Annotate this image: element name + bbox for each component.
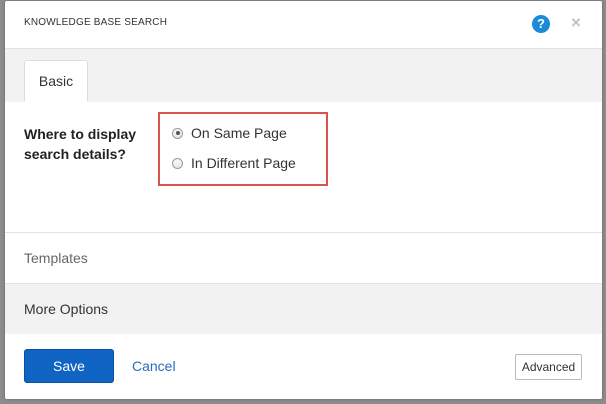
cancel-link[interactable]: Cancel	[132, 358, 176, 374]
display-location-radio-group: On Same Page In Different Page	[158, 112, 328, 186]
close-icon[interactable]: ×	[569, 13, 583, 33]
radio-button-checked[interactable]	[172, 127, 183, 139]
basic-tab-content: Where to display search details? On Same…	[5, 102, 602, 232]
tab-basic[interactable]: Basic	[24, 60, 88, 102]
templates-section-label: Templates	[24, 250, 88, 266]
radio-label-same-page: On Same Page	[191, 125, 287, 141]
knowledge-base-search-dialog: KNOWLEDGE BASE SEARCH ? × Basic Where to…	[5, 1, 602, 399]
more-options-section-header[interactable]: More Options	[5, 283, 602, 335]
tab-bar: Basic	[5, 48, 602, 103]
radio-button-unchecked[interactable]	[172, 157, 183, 169]
dialog-footer: Save Cancel Advanced	[5, 334, 602, 399]
display-location-label: Where to display search details?	[24, 126, 137, 162]
save-button[interactable]: Save	[24, 349, 114, 383]
more-options-section-label: More Options	[24, 301, 109, 317]
radio-option-different-page[interactable]: In Different Page	[172, 153, 296, 173]
radio-label-different-page: In Different Page	[191, 155, 296, 171]
radio-option-same-page[interactable]: On Same Page	[172, 123, 287, 143]
help-icon[interactable]: ?	[532, 15, 550, 33]
advanced-button[interactable]: Advanced	[515, 354, 582, 380]
templates-section-header[interactable]: Templates	[5, 232, 602, 283]
dialog-title: KNOWLEDGE BASE SEARCH	[24, 17, 168, 28]
dialog-header: KNOWLEDGE BASE SEARCH ? ×	[5, 1, 602, 47]
